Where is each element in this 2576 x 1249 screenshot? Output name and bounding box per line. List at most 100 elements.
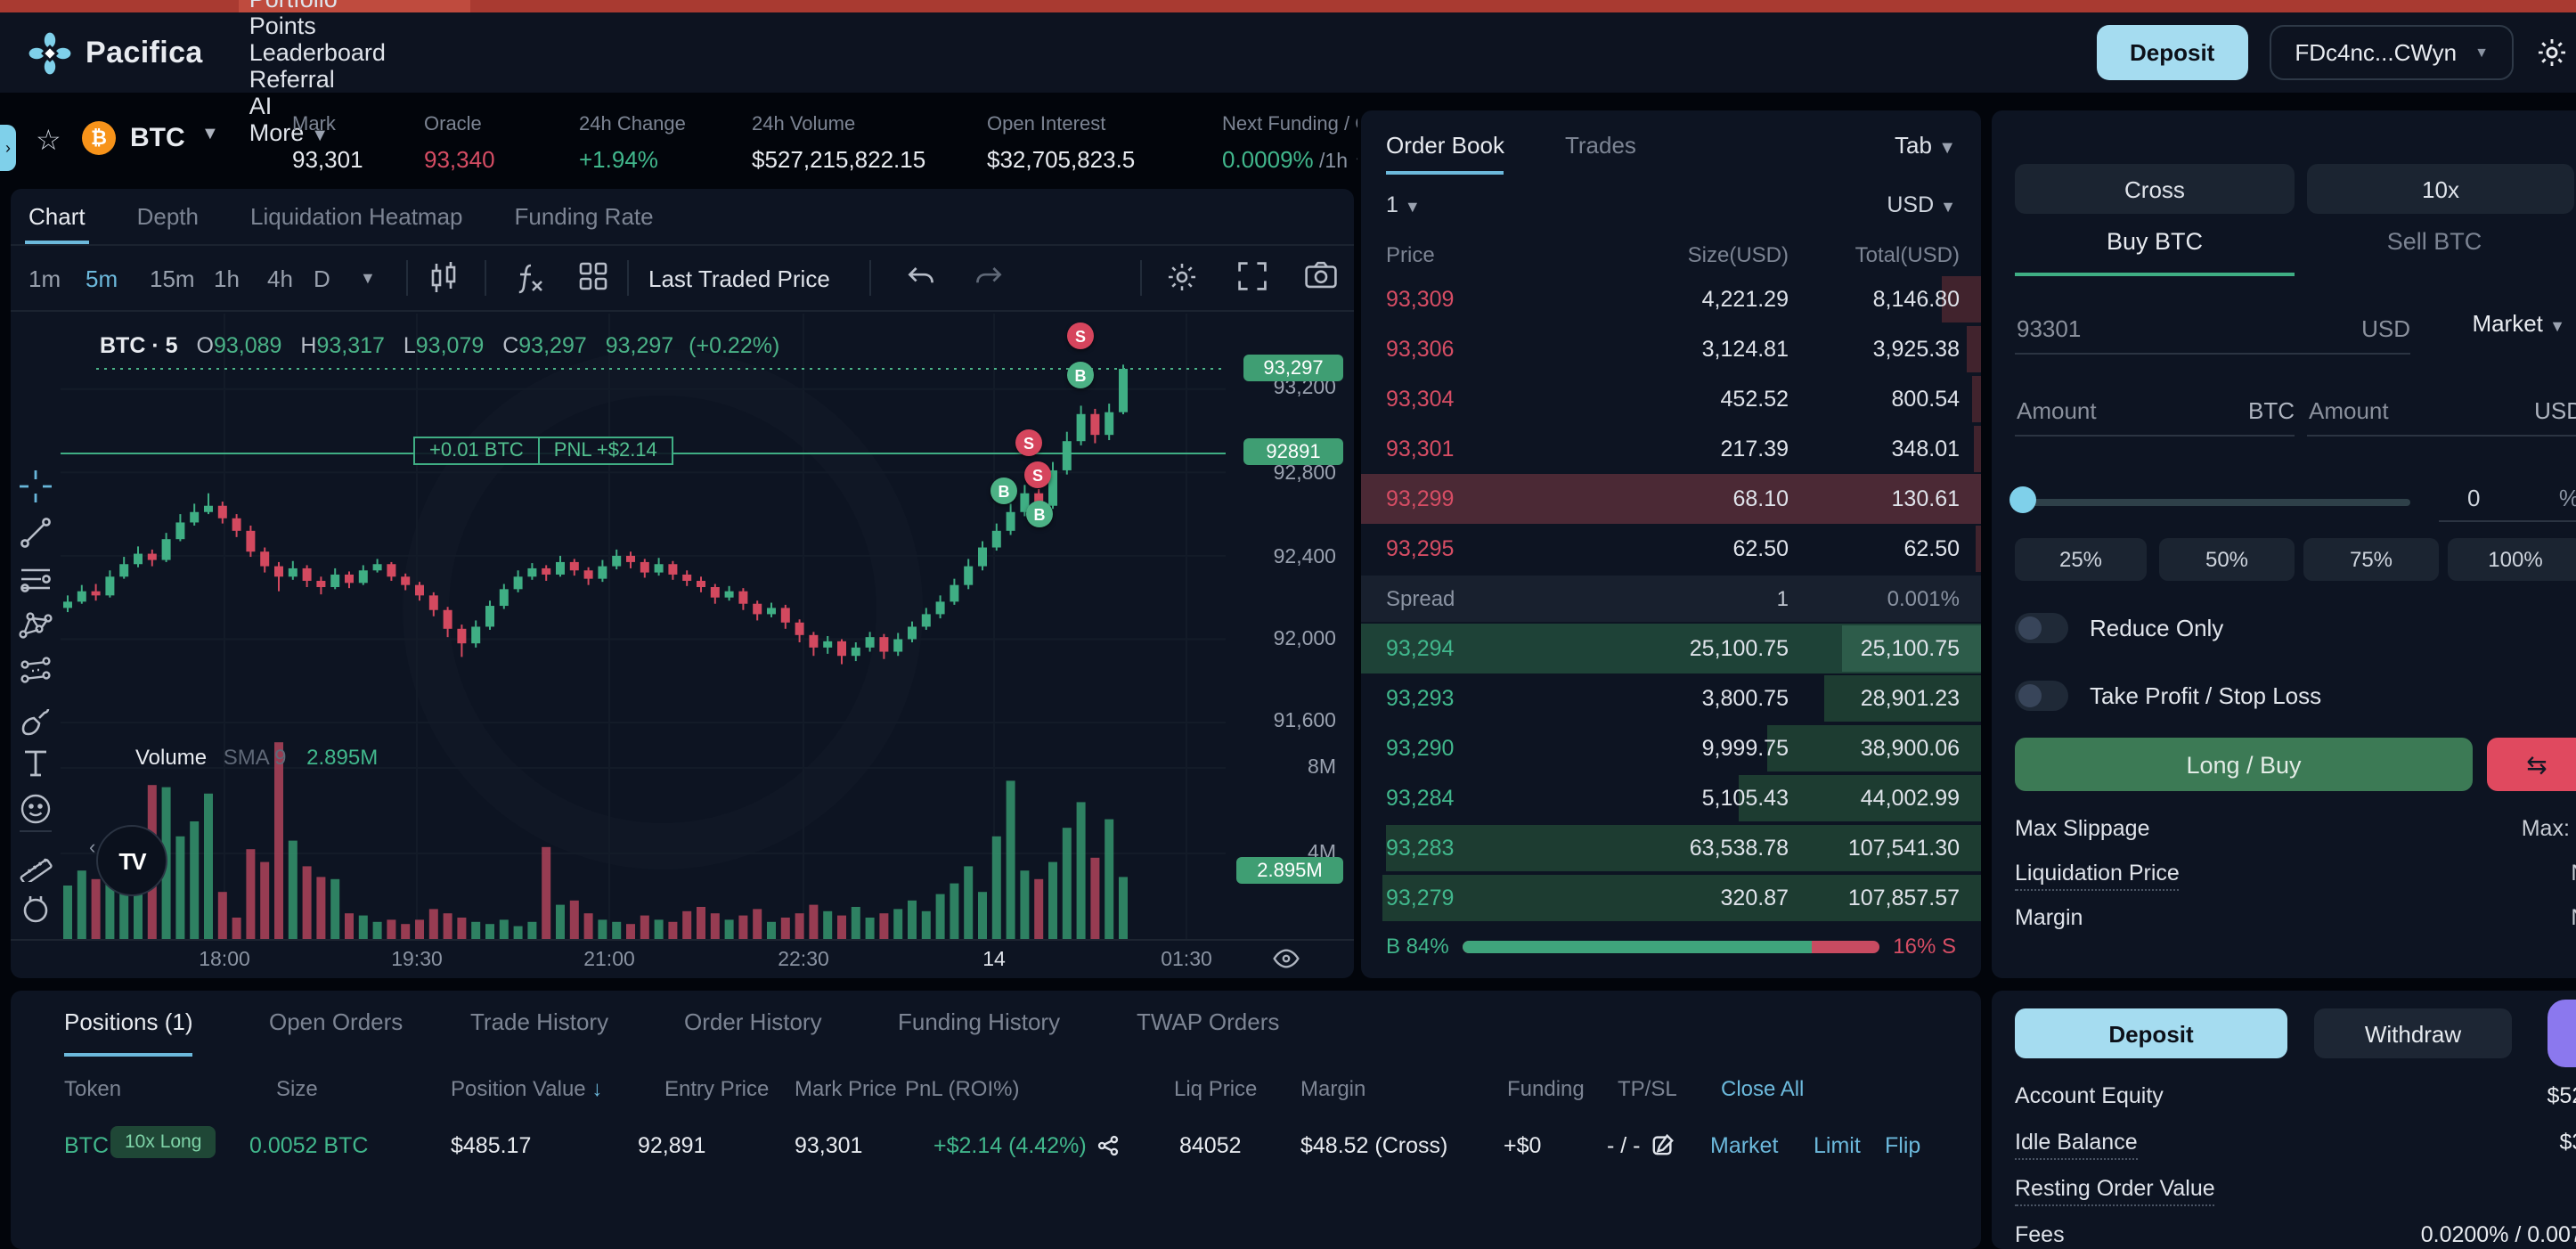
redo-icon[interactable] (973, 260, 1008, 296)
action-limit[interactable]: Limit (1814, 1133, 1861, 1158)
bottom-tab-open-orders[interactable]: Open Orders (269, 1008, 403, 1053)
interval-1m[interactable]: 1m (29, 246, 61, 310)
bottom-tab-order-history[interactable]: Order History (684, 1008, 822, 1053)
action-flip[interactable]: Flip (1885, 1133, 1920, 1158)
edit-tpsl-icon[interactable] (1651, 1133, 1675, 1156)
horizontal-lines-tool-icon[interactable] (18, 561, 53, 597)
interval-15m[interactable]: 15m (150, 246, 195, 310)
percent-button-25[interactable]: 25% (2015, 538, 2147, 581)
ask-row[interactable]: 93,3063,124.813,925.38 (1361, 324, 1981, 374)
chart-settings-gear-icon[interactable] (1165, 260, 1201, 296)
percent-button-75[interactable]: 75% (2303, 538, 2439, 581)
bid-row[interactable]: 93,2933,800.7528,901.23 (1361, 673, 1981, 723)
interval-5m[interactable]: 5m (86, 246, 118, 310)
indicator-templates-icon[interactable] (577, 260, 613, 296)
orderbook-tab-order-book[interactable]: Order Book (1386, 132, 1504, 175)
support-chat-button[interactable]: ◖ (2547, 1000, 2576, 1067)
price-input[interactable]: 93301 USD (2015, 310, 2410, 355)
fullscreen-icon[interactable] (1236, 260, 1272, 296)
chart-tab-chart[interactable]: Chart (29, 189, 86, 244)
slider-thumb[interactable] (2009, 486, 2036, 513)
nav-item-leaderboard[interactable]: Leaderboard (249, 39, 386, 66)
slider-value-field[interactable]: 0 % (2439, 481, 2576, 522)
ruler-tool-icon[interactable] (18, 846, 53, 882)
tradingview-logo[interactable]: TV (96, 825, 167, 896)
ask-row[interactable]: 93,3094,221.298,146.80 (1361, 274, 1981, 324)
symbol-name[interactable]: BTC (130, 123, 185, 153)
percent-button-100[interactable]: 100% (2448, 538, 2576, 581)
nav-item-points[interactable]: Points (249, 12, 386, 39)
interval-4h[interactable]: 4h (267, 246, 293, 310)
account-label[interactable]: Resting Order Value (2015, 1176, 2215, 1206)
price-source-button[interactable]: Last Traded Price (648, 246, 830, 310)
unit-dropdown[interactable]: USD ▼ (1887, 192, 1956, 217)
long-buy-button[interactable]: Long / Buy (2015, 738, 2473, 791)
magnet-tool-icon[interactable] (18, 887, 53, 923)
bottom-tab-twap-orders[interactable]: TWAP Orders (1137, 1008, 1279, 1053)
indicators-fx-icon[interactable] (511, 260, 547, 296)
ask-row[interactable]: 93,301217.39348.01 (1361, 424, 1981, 474)
flip-side-button[interactable]: ⇆ (2487, 738, 2576, 791)
candle-style-icon[interactable] (428, 260, 463, 296)
wallet-dropdown[interactable]: FDc4nc...CWyn ▼ (2270, 25, 2514, 80)
share-pnl-icon[interactable] (1097, 1135, 1119, 1156)
interval-more-chevron[interactable]: ▼ (360, 246, 376, 310)
crosshair-tool-icon[interactable] (18, 469, 53, 504)
account-withdraw-button[interactable]: Withdraw (2314, 1008, 2512, 1058)
bid-row[interactable]: 93,28363,538.78107,541.30 (1361, 823, 1981, 873)
chart-tab-depth[interactable]: Depth (137, 189, 199, 244)
bid-row[interactable]: 93,29425,100.7525,100.75 (1361, 624, 1981, 673)
tick-size-dropdown[interactable]: 1 ▼ (1386, 192, 1421, 217)
candlestick-chart[interactable] (61, 314, 1226, 939)
percent-button-50[interactable]: 50% (2159, 538, 2295, 581)
deposit-button[interactable]: Deposit (2096, 25, 2248, 80)
visibility-eye-icon[interactable] (1272, 946, 1300, 971)
margin-mode-button[interactable]: Cross (2015, 164, 2295, 214)
amount-usd-input[interactable]: Amount USD (2307, 392, 2576, 437)
toggle-take-profit-stop-loss[interactable] (2015, 681, 2068, 711)
side-tab-buy-btc[interactable]: Buy BTC (2015, 228, 2295, 276)
chart-tab-liquidation-heatmap[interactable]: Liquidation Heatmap (250, 189, 463, 244)
orderbook-layout-dropdown[interactable]: Tab ▼ (1895, 132, 1956, 159)
nav-item-referral[interactable]: Referral (249, 66, 386, 93)
leverage-button[interactable]: 10x (2307, 164, 2574, 214)
orderbook-tab-trades[interactable]: Trades (1565, 132, 1636, 175)
bottom-tab-trade-history[interactable]: Trade History (470, 1008, 608, 1053)
projection-tool-icon[interactable] (18, 654, 53, 690)
bottom-tab-funding-history[interactable]: Funding History (898, 1008, 1060, 1053)
action-market[interactable]: Market (1710, 1133, 1778, 1158)
order-type-dropdown[interactable]: Market ▼ (2472, 310, 2565, 337)
amount-btc-input[interactable]: Amount BTC (2015, 392, 2295, 437)
position-pnl-annotation[interactable]: +0.01 BTC PNL +$2.14 (413, 437, 673, 465)
bid-row[interactable]: 93,2845,105.4344,002.99 (1361, 773, 1981, 823)
settings-gear-icon[interactable] (2535, 36, 2569, 69)
chevron-down-icon[interactable]: ▼ (201, 125, 219, 144)
trendline-tool-icon[interactable] (18, 515, 53, 551)
chart-tab-funding-rate[interactable]: Funding Rate (515, 189, 654, 244)
ask-row[interactable]: 93,29968.10130.61 (1361, 474, 1981, 524)
close-all-link[interactable]: Close All (1721, 1076, 1804, 1101)
sort-arrow-icon[interactable]: ↓ (586, 1076, 603, 1101)
favorite-star-icon[interactable]: ☆ (36, 123, 61, 159)
symbol-drawer-handle[interactable]: › (0, 125, 16, 171)
logo[interactable]: Pacifica (0, 31, 249, 74)
interval-1h[interactable]: 1h (214, 246, 240, 310)
account-deposit-button[interactable]: Deposit (2015, 1008, 2287, 1058)
undo-icon[interactable] (905, 260, 941, 296)
pane-collapse-icon[interactable]: ‹ (89, 837, 95, 859)
nav-item-portfolio[interactable]: Portfolio (249, 0, 386, 12)
chevron-down-icon[interactable]: ▼ (1353, 153, 1357, 171)
ask-row[interactable]: 93,29562.5062.50 (1361, 524, 1981, 574)
side-tab-sell-btc[interactable]: Sell BTC (2295, 228, 2574, 276)
bid-row[interactable]: 93,279320.87107,857.57 (1361, 873, 1981, 923)
brush-tool-icon[interactable] (18, 700, 53, 736)
toggle-reduce-only[interactable] (2015, 613, 2068, 643)
ask-row[interactable]: 93,304452.52800.54 (1361, 374, 1981, 424)
time-axis[interactable]: 18:0019:3021:0022:301401:30 (11, 939, 1354, 978)
info-label[interactable]: Liquidation Price (2015, 861, 2180, 891)
text-tool-icon[interactable] (18, 745, 53, 780)
account-label[interactable]: Idle Balance (2015, 1130, 2138, 1160)
size-slider[interactable] (2015, 499, 2410, 506)
emoji-tool-icon[interactable] (18, 791, 53, 827)
bid-row[interactable]: 93,2909,999.7538,900.06 (1361, 723, 1981, 773)
